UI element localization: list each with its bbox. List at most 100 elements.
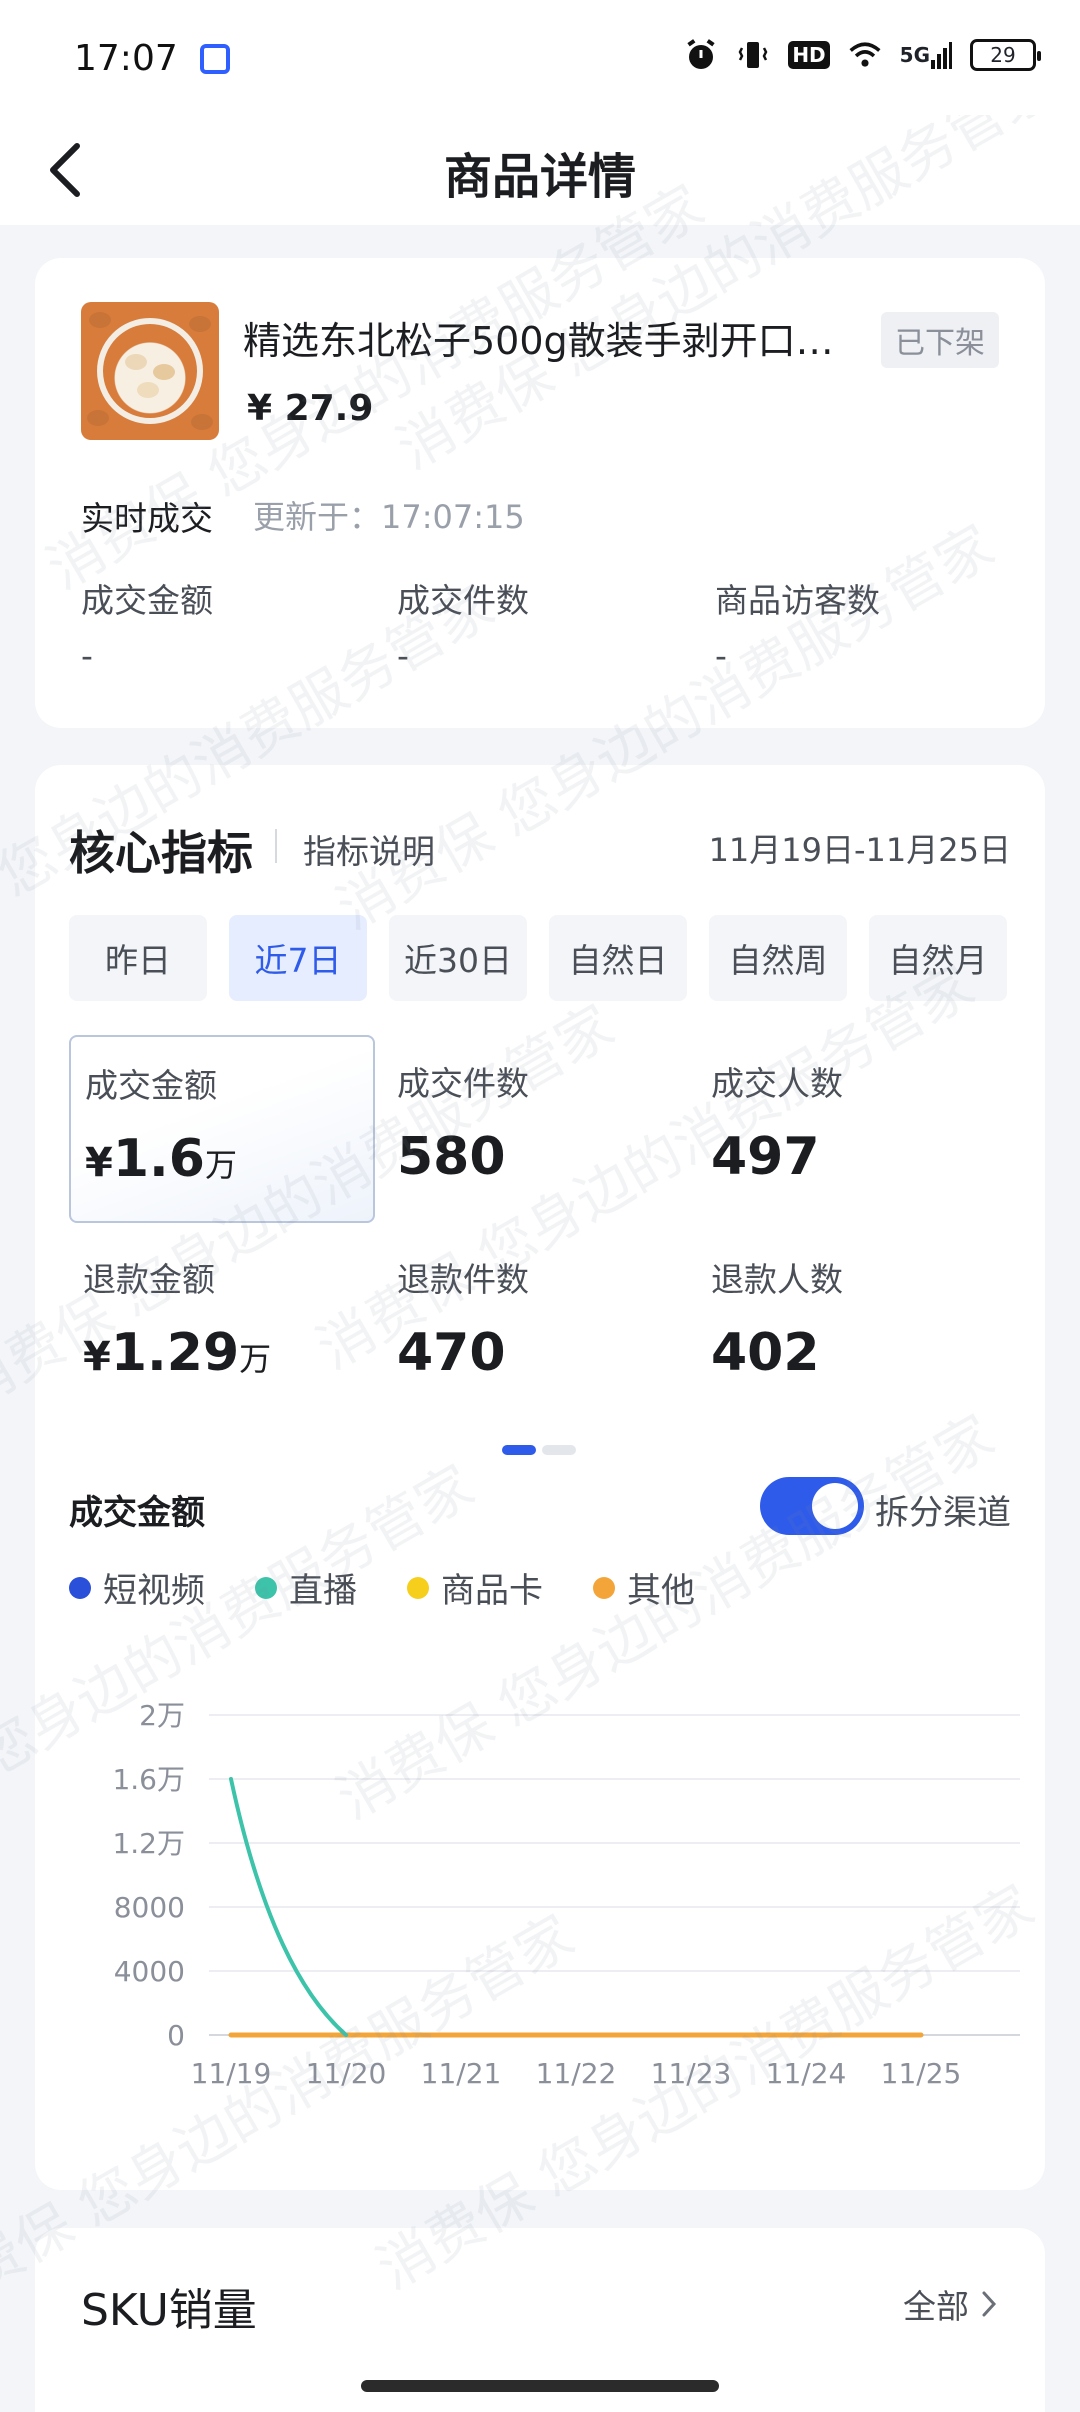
legend-swatch bbox=[593, 1576, 615, 1599]
legend-swatch bbox=[255, 1576, 277, 1599]
metric-label: 成交金额 bbox=[85, 1066, 217, 1105]
nut-graphic bbox=[191, 414, 213, 430]
app-notification-icon bbox=[200, 44, 230, 74]
metric-value: 497 bbox=[711, 1127, 820, 1187]
metric-gmv[interactable]: 成交金额 ¥1.6万 bbox=[69, 1035, 375, 1223]
stat-value: - bbox=[397, 636, 409, 675]
realtime-stat-visitors: 商品访客数 - bbox=[715, 574, 880, 675]
stat-label: 成交金额 bbox=[81, 581, 213, 620]
realtime-stat-items: 成交件数 - bbox=[397, 574, 529, 675]
metric-items-sold[interactable]: 成交件数 580 bbox=[383, 1035, 689, 1223]
metric-refund-items[interactable]: 退款件数 470 bbox=[383, 1231, 689, 1419]
date-range: 11月19日-11月25日 bbox=[708, 831, 1011, 869]
nav-bar: 商品详情 bbox=[0, 115, 1080, 225]
x-tick-label: 11/21 bbox=[421, 2057, 502, 2090]
legend-item-live[interactable]: 直播 bbox=[255, 1563, 357, 1612]
x-tick-label: 11/20 bbox=[306, 2057, 387, 2090]
legend-label: 直播 bbox=[289, 1571, 357, 1611]
metric-value: ¥1.29万 bbox=[83, 1323, 361, 1383]
product-card: 精选东北松子500g散装手剥开口… 已下架 ¥ 27.9 实时成交 更新于：17… bbox=[35, 258, 1045, 728]
metric-number: 1.6 bbox=[112, 1129, 205, 1189]
metric-unit: 万 bbox=[239, 1340, 272, 1378]
metric-value: 470 bbox=[397, 1323, 506, 1383]
period-tabs: 昨日 近7日 近30日 自然日 自然周 自然月 bbox=[69, 915, 1007, 1001]
stat-label: 商品访客数 bbox=[715, 581, 880, 620]
metric-label: 退款人数 bbox=[711, 1260, 843, 1299]
chart-legend: 短视频 直播 商品卡 其他 bbox=[69, 1563, 695, 1612]
chart-title: 成交金额 bbox=[69, 1493, 205, 1533]
status-time: 17:07 bbox=[74, 38, 178, 79]
legend-item-product-card[interactable]: 商品卡 bbox=[407, 1563, 543, 1612]
metric-value: ¥1.6万 bbox=[85, 1129, 359, 1189]
metric-refund-amount[interactable]: 退款金额 ¥1.29万 bbox=[69, 1231, 375, 1419]
page-indicator bbox=[502, 1445, 576, 1455]
stat-label: 成交件数 bbox=[397, 581, 529, 620]
network-icon: 5G bbox=[900, 38, 952, 72]
view-all-label: 全部 bbox=[903, 2287, 969, 2326]
sku-section-title: SKU销量 bbox=[81, 2285, 257, 2336]
core-metrics-title: 核心指标 bbox=[69, 826, 253, 880]
nut-graphic bbox=[125, 354, 147, 370]
metric-refund-buyers[interactable]: 退款人数 402 bbox=[697, 1231, 1003, 1419]
nut-graphic bbox=[89, 312, 111, 328]
realtime-update-time: 更新于：17:07:15 bbox=[253, 498, 525, 536]
page-dot bbox=[542, 1445, 576, 1455]
metric-value: 402 bbox=[711, 1323, 820, 1383]
currency-symbol: ¥ bbox=[85, 1140, 113, 1186]
legend-swatch bbox=[407, 1576, 429, 1599]
realtime-stat-gmv: 成交金额 - bbox=[81, 574, 213, 675]
y-tick-label: 1.2万 bbox=[112, 1827, 185, 1860]
hd-icon: HD bbox=[788, 41, 830, 69]
battery-icon: 29 bbox=[970, 39, 1041, 71]
page-title: 商品详情 bbox=[443, 149, 636, 205]
gmv-line-chart[interactable]: 0 4000 8000 1.2万 1.6万 2万 11/19 11/20 11/21 11/22 1… bbox=[35, 1635, 1045, 2175]
y-tick-label: 1.6万 bbox=[112, 1763, 185, 1796]
tab-last-7-days[interactable]: 近7日 bbox=[229, 915, 367, 1001]
core-metrics-card: 核心指标 指标说明 11月19日-11月25日 昨日 近7日 近30日 自然日 … bbox=[35, 765, 1045, 2190]
metric-value: 580 bbox=[397, 1127, 506, 1187]
x-tick-label: 11/25 bbox=[881, 2057, 962, 2090]
metric-label: 退款件数 bbox=[397, 1260, 529, 1299]
x-tick-label: 11/22 bbox=[536, 2057, 617, 2090]
metric-label: 成交件数 bbox=[397, 1064, 529, 1103]
tab-natural-day[interactable]: 自然日 bbox=[549, 915, 687, 1001]
nut-graphic bbox=[153, 364, 175, 380]
tab-natural-month[interactable]: 自然月 bbox=[869, 915, 1007, 1001]
legend-item-other[interactable]: 其他 bbox=[593, 1563, 695, 1612]
product-thumbnail[interactable] bbox=[81, 302, 219, 440]
y-tick-label: 4000 bbox=[114, 1955, 185, 1988]
status-badge: 已下架 bbox=[881, 312, 999, 368]
metric-label: 退款金额 bbox=[83, 1260, 215, 1299]
metrics-explain-link[interactable]: 指标说明 bbox=[303, 825, 435, 873]
stat-value: - bbox=[715, 636, 727, 675]
x-tick-label: 11/24 bbox=[766, 2057, 847, 2090]
alarm-icon bbox=[684, 38, 718, 72]
tab-yesterday[interactable]: 昨日 bbox=[69, 915, 207, 1001]
home-indicator[interactable] bbox=[361, 2380, 719, 2392]
nut-graphic bbox=[137, 382, 159, 398]
status-icons: HD 5G 29 bbox=[684, 38, 1041, 72]
legend-label: 其他 bbox=[627, 1571, 695, 1611]
y-tick-label: 0 bbox=[167, 2019, 185, 2052]
y-tick-label: 2万 bbox=[139, 1699, 185, 1732]
tab-natural-week[interactable]: 自然周 bbox=[709, 915, 847, 1001]
legend-item-short-video[interactable]: 短视频 bbox=[69, 1563, 205, 1612]
product-name[interactable]: 精选东北松子500g散装手剥开口… bbox=[243, 310, 834, 365]
tab-last-30-days[interactable]: 近30日 bbox=[389, 915, 527, 1001]
legend-label: 短视频 bbox=[103, 1571, 205, 1611]
wifi-icon bbox=[848, 38, 882, 72]
product-price: ¥ 27.9 bbox=[247, 388, 374, 429]
metric-label: 成交人数 bbox=[711, 1064, 843, 1103]
metric-number: 1.29 bbox=[110, 1323, 240, 1383]
currency-symbol: ¥ bbox=[83, 1334, 111, 1380]
metric-unit: 万 bbox=[204, 1146, 237, 1184]
legend-label: 商品卡 bbox=[441, 1571, 543, 1611]
metric-buyers[interactable]: 成交人数 497 bbox=[697, 1035, 1003, 1223]
nut-graphic bbox=[87, 410, 109, 426]
page-dot-active bbox=[502, 1445, 536, 1455]
y-tick-label: 8000 bbox=[114, 1891, 185, 1924]
sku-view-all-link[interactable]: 全部 bbox=[903, 2280, 999, 2328]
split-channel-label: 拆分渠道 bbox=[875, 1493, 1011, 1533]
split-channel-toggle[interactable] bbox=[760, 1477, 864, 1535]
realtime-label: 实时成交 bbox=[81, 499, 213, 538]
